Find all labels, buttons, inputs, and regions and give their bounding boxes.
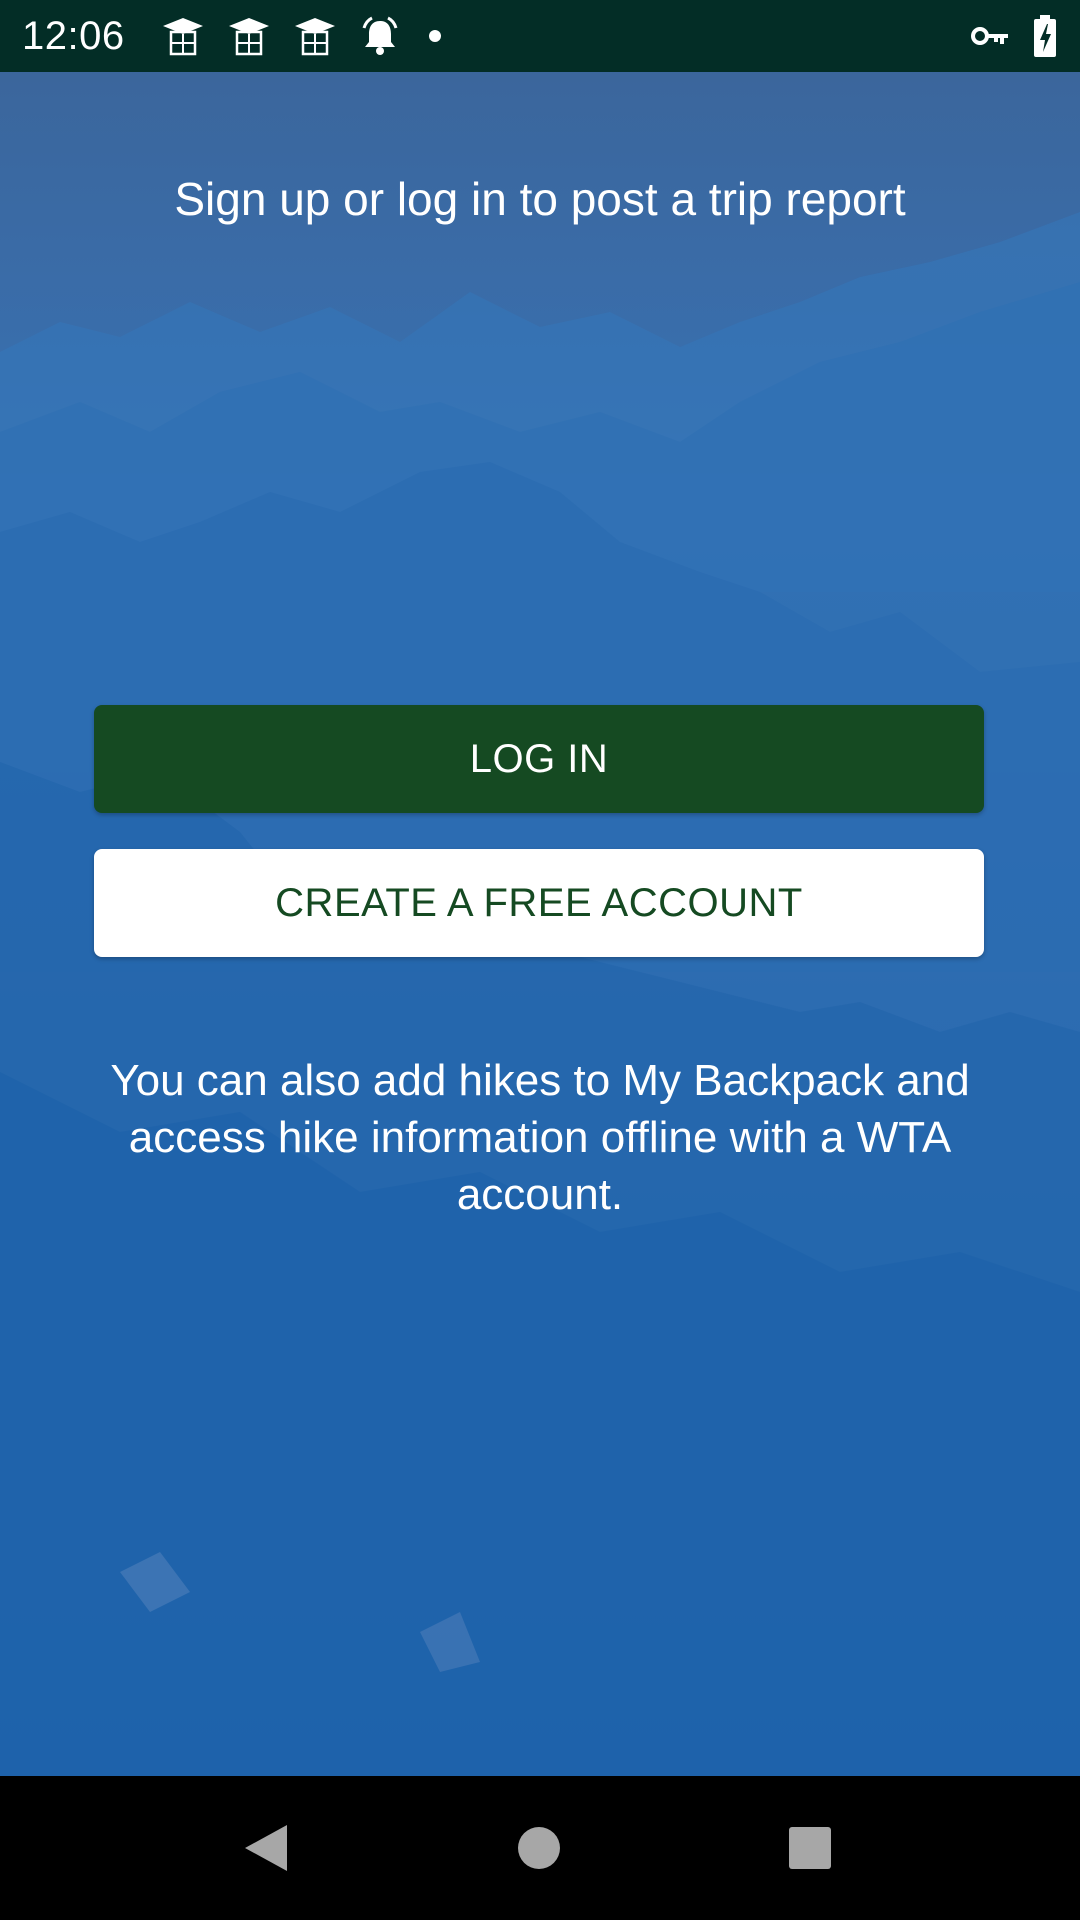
battery-charging-icon	[1032, 14, 1058, 58]
recents-icon[interactable]	[780, 1818, 840, 1878]
system-status-icons	[970, 14, 1058, 58]
headline: Sign up or log in to post a trip report	[174, 173, 906, 225]
navigation-bar	[0, 1776, 1080, 1920]
info-text: You can also add hikes to My Backpack an…	[110, 1056, 970, 1219]
alarm-bell-icon	[359, 16, 401, 56]
graduation-cap-icon	[161, 16, 205, 56]
back-icon[interactable]	[236, 1818, 296, 1878]
log-in-button[interactable]: LOG IN	[94, 705, 984, 813]
notification-icons	[161, 16, 447, 56]
main-content: Sign up or log in to post a trip report …	[0, 72, 1080, 1776]
status-time: 12:06	[22, 13, 125, 58]
vpn-key-icon	[970, 21, 1010, 51]
dot-icon	[423, 16, 447, 56]
create-account-button[interactable]: CREATE A FREE ACCOUNT	[94, 849, 984, 957]
graduation-cap-icon	[293, 16, 337, 56]
status-bar: 12:06	[0, 0, 1080, 72]
screen: 12:06 Sign up or log in to post a trip r…	[0, 0, 1080, 1920]
graduation-cap-icon	[227, 16, 271, 56]
home-icon[interactable]	[509, 1818, 569, 1878]
